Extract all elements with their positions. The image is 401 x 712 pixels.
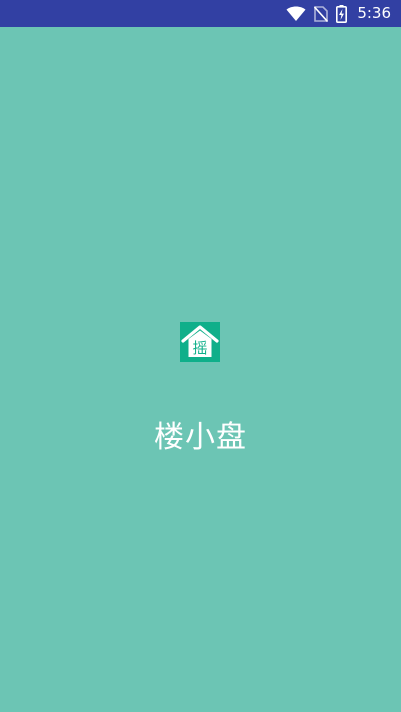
wifi-icon <box>286 6 306 22</box>
status-icons: 5:36 <box>286 0 391 27</box>
battery-charging-icon <box>336 4 348 23</box>
no-sim-icon <box>314 5 329 22</box>
app-name: 楼小盘 <box>154 420 247 455</box>
logo-glyph: 摇 <box>192 339 207 357</box>
splash-screen: 摇 楼小盘 <box>0 27 401 712</box>
status-bar: 5:36 <box>0 0 401 27</box>
house-logo-icon: 摇 <box>180 322 220 362</box>
status-time: 5:36 <box>357 4 391 22</box>
